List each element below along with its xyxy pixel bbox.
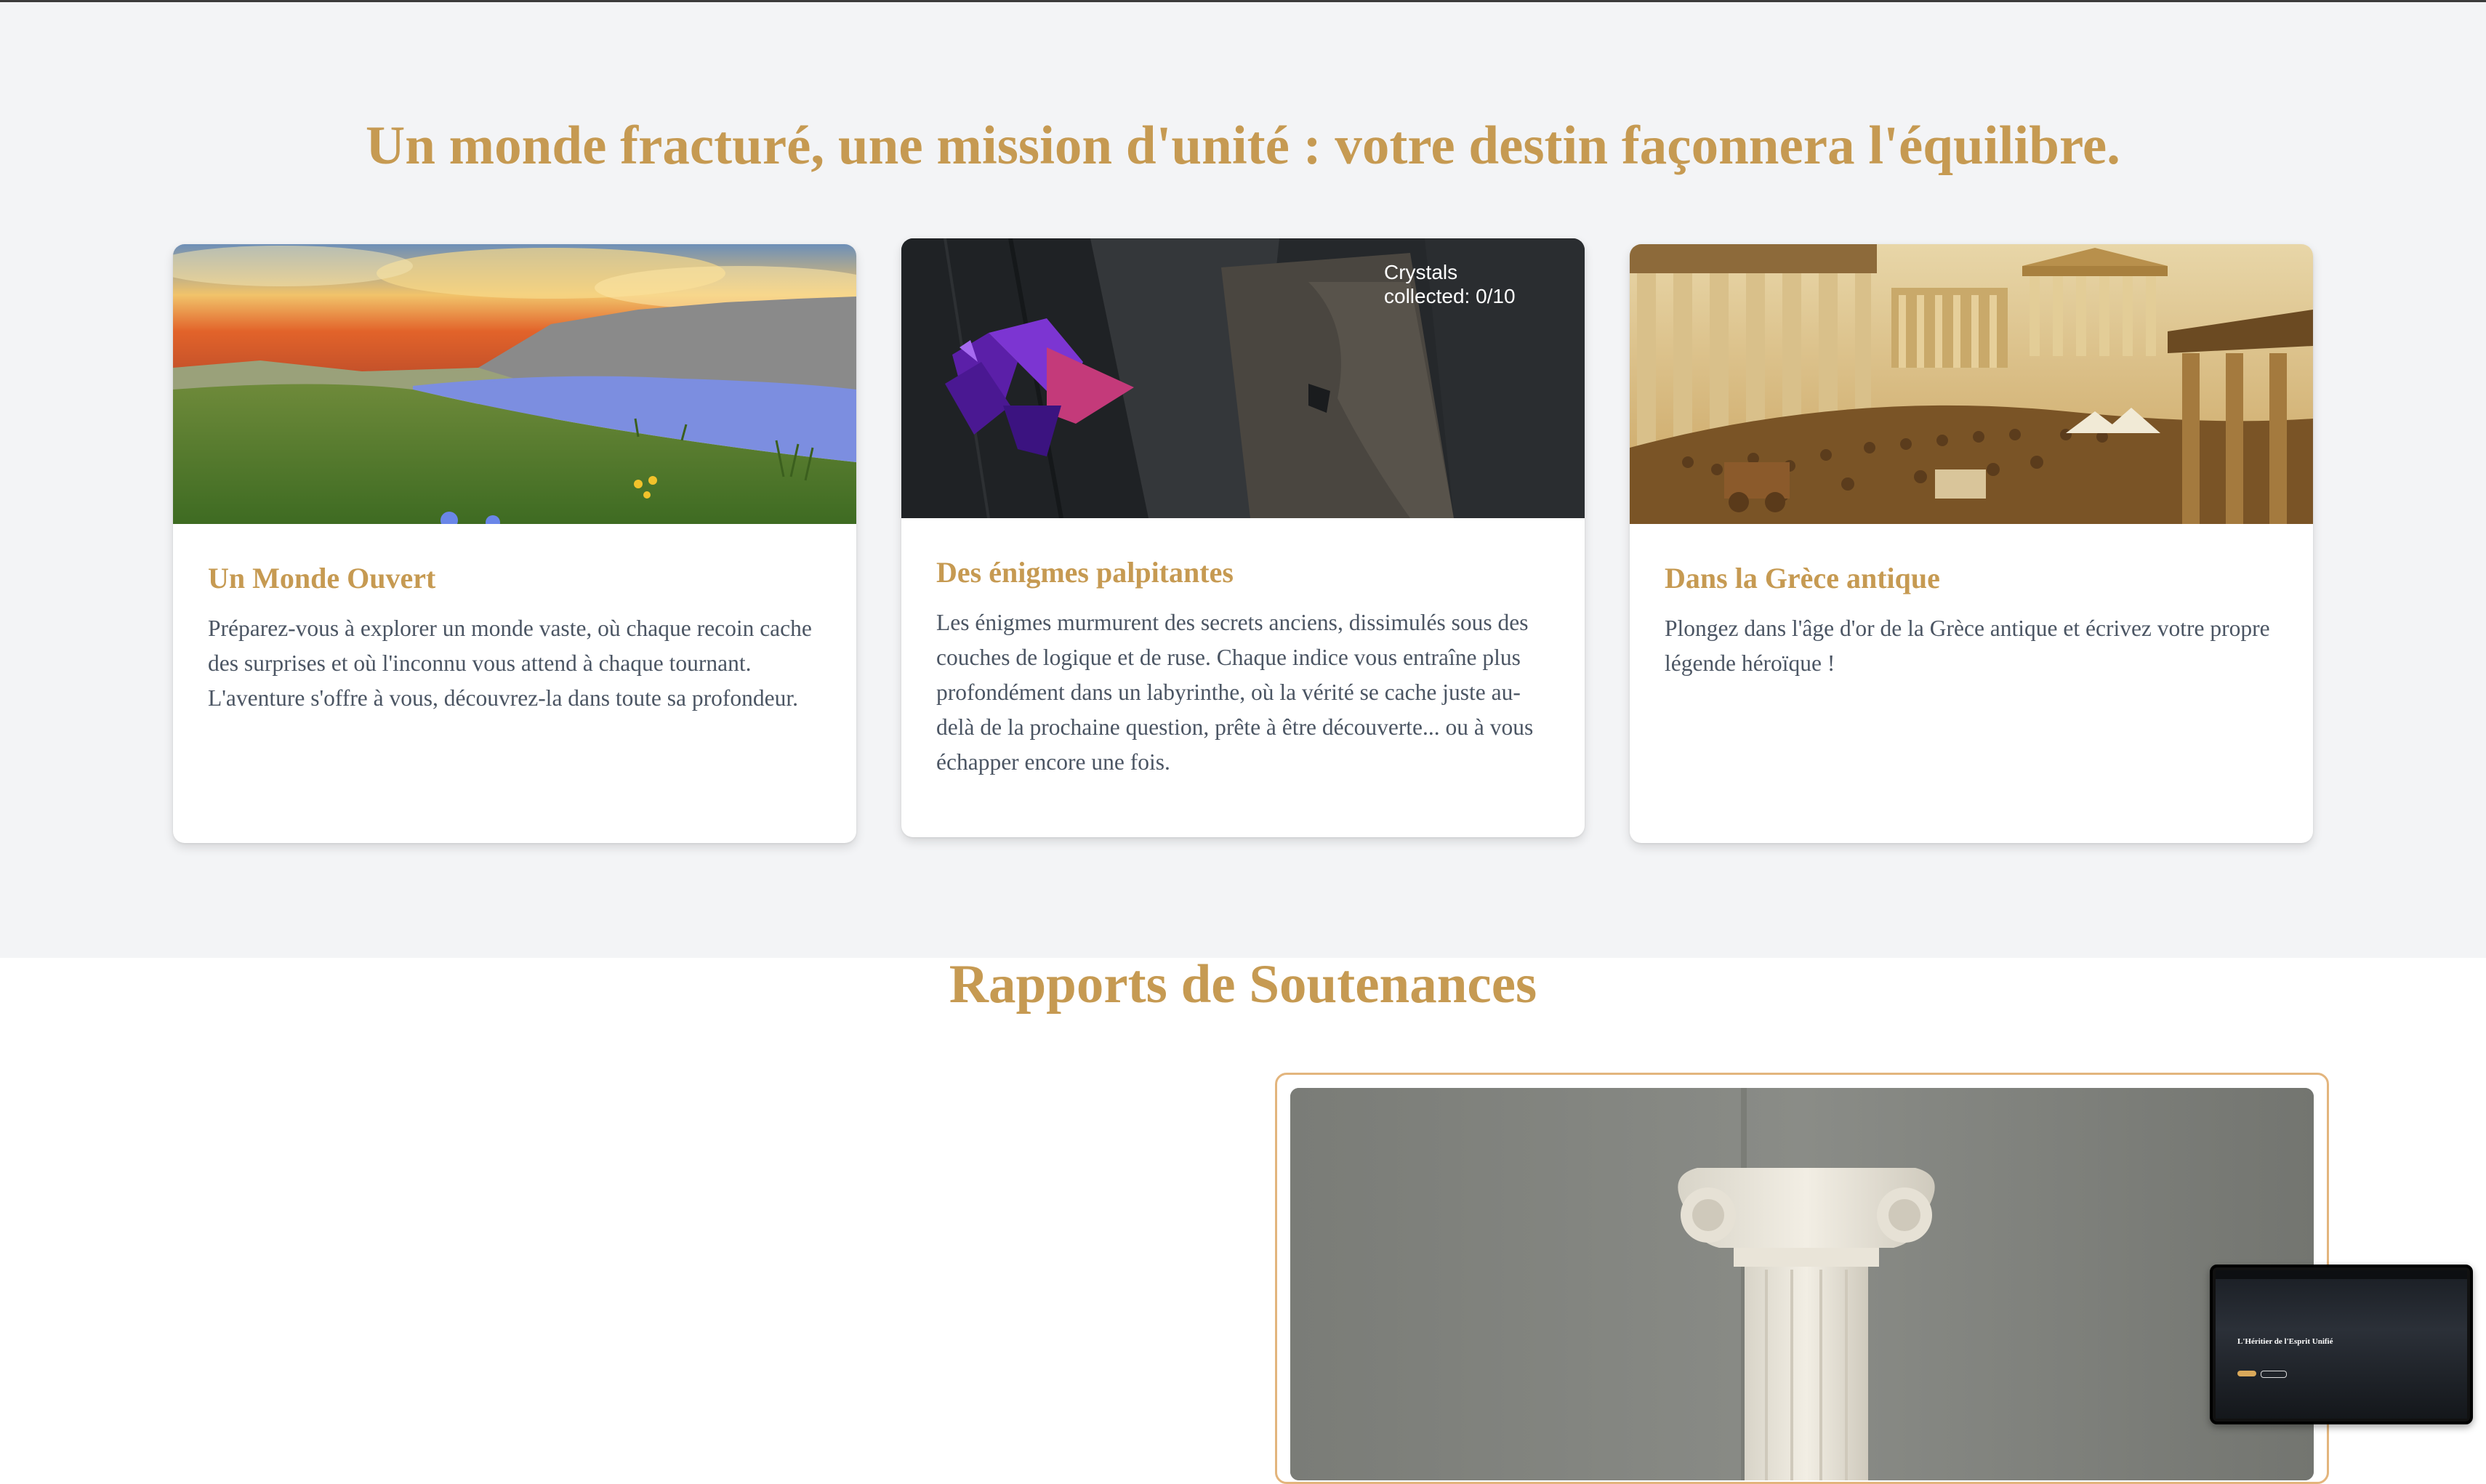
card-title: Des énigmes palpitantes bbox=[936, 556, 1234, 589]
pip-navbar bbox=[2216, 1270, 2467, 1279]
feature-card-puzzles: Crystals collected: 0/10 Des énigmes pal… bbox=[901, 238, 1585, 837]
pip-primary-button bbox=[2237, 1371, 2256, 1376]
card-description: Plongez dans l'âge d'or de la Grèce anti… bbox=[1665, 616, 2270, 676]
features-heading: Un monde fracturé, une mission d'unité :… bbox=[366, 116, 2120, 176]
card-description: Les énigmes murmurent des secrets ancien… bbox=[936, 610, 1534, 775]
features-section: Un monde fracturé, une mission d'unité :… bbox=[0, 2, 2486, 958]
open-world-image bbox=[173, 244, 856, 524]
pip-secondary-button bbox=[2261, 1371, 2287, 1378]
card-title: Dans la Grèce antique bbox=[1665, 562, 1940, 594]
picture-in-picture-preview[interactable]: L'Héritier de l'Esprit Unifié bbox=[2210, 1265, 2473, 1424]
report-preview-image bbox=[1290, 1088, 2314, 1480]
report-preview-frame[interactable] bbox=[1275, 1073, 2329, 1484]
card-description: Préparez-vous à explorer un monde vaste,… bbox=[208, 616, 812, 711]
crystals-counter: Crystals collected: 0/10 bbox=[1384, 261, 1516, 307]
feature-card-ancient-greece: Dans la Grèce antique Plongez dans l'âge… bbox=[1630, 244, 2313, 843]
feature-card-open-world: Un Monde Ouvert Préparez-vous à explorer… bbox=[173, 244, 856, 843]
card-title: Un Monde Ouvert bbox=[208, 562, 436, 594]
reports-heading: Rapports de Soutenances bbox=[949, 954, 1537, 1015]
pip-title: L'Héritier de l'Esprit Unifié bbox=[2237, 1337, 2333, 1346]
ancient-greece-image bbox=[1630, 244, 2313, 524]
pip-screen: L'Héritier de l'Esprit Unifié bbox=[2216, 1270, 2467, 1419]
crystal-cave-image: Crystals collected: 0/10 bbox=[901, 238, 1585, 518]
